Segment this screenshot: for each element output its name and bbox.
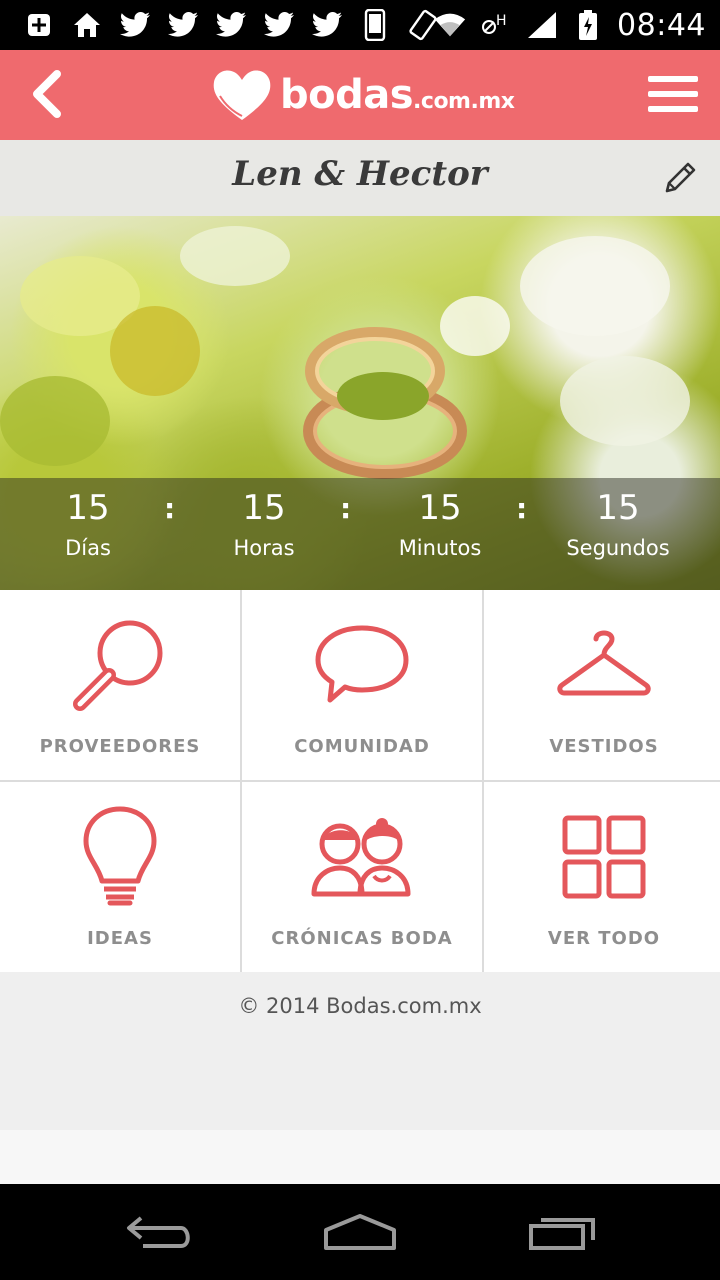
tile-label: COMUNIDAD [294,736,430,757]
wifi-icon [433,8,467,42]
countdown-separator: : [516,492,528,525]
tile-ver-todo[interactable]: VER TODO [484,782,720,972]
tile-proveedores[interactable]: PROVEEDORES [0,590,240,780]
tile-label: VER TODO [547,928,661,949]
grid-icon [562,815,646,899]
tile-label: PROVEEDORES [39,736,201,757]
recents-nav-icon [529,1218,595,1250]
countdown-hours: 15 Horas [233,488,295,560]
tile-comunidad[interactable]: COMUNIDAD [242,590,482,780]
clock: 08:44 [617,7,706,43]
back-nav-button[interactable] [115,1206,205,1258]
hplus-icon: H [479,8,513,42]
back-button[interactable] [16,64,76,124]
heart-logo-icon [213,70,271,120]
bottom-strip [0,1130,720,1184]
edit-button[interactable] [658,156,702,200]
tile-ideas[interactable]: IDEAS [0,782,240,972]
menu-grid: PROVEEDORES COMUNIDAD VESTIDOS IDEAS CRÓ… [0,590,720,972]
twitter-icon [310,8,344,42]
speech-bubble-icon [315,625,409,703]
countdown-days: 15 Días [65,488,111,560]
pencil-icon [665,162,696,193]
lightbulb-icon [83,806,157,906]
copyright-text: © 2014 Bodas.com.mx [238,994,482,1018]
twitter-icon [166,8,200,42]
menu-button[interactable] [640,64,706,124]
couple-name: Len & Hector [232,154,488,194]
hamburger-icon [648,76,698,112]
recents-nav-button[interactable] [518,1206,608,1258]
twitter-icon [262,8,296,42]
tile-cronicas-boda[interactable]: CRÓNICAS BODA [242,782,482,972]
status-bar: H 08:44 [0,0,720,50]
add-box-icon [22,8,56,42]
home-nav-icon [324,1214,396,1250]
bodas-logo[interactable]: bodas.com.mx [210,58,515,132]
home-icon [70,8,104,42]
countdown-seconds: 15 Segundos [566,488,670,560]
countdown-separator: : [164,492,176,525]
tile-label: CRÓNICAS BODA [271,928,453,949]
system-nav-bar [0,1184,720,1280]
signal-icon [525,8,559,42]
countdown-separator: : [340,492,352,525]
tile-vestidos[interactable]: VESTIDOS [484,590,720,780]
phone-icon [358,8,392,42]
logo-wordmark: bodas.com.mx [280,72,515,118]
home-nav-button[interactable] [315,1206,405,1258]
tile-label: VESTIDOS [549,736,659,757]
hero-image: 15 Días : 15 Horas : 15 Minutos : 15 Seg… [0,216,720,590]
back-nav-icon [127,1216,190,1248]
chevron-left-icon [33,70,61,118]
countdown-bar: 15 Días : 15 Horas : 15 Minutos : 15 Seg… [0,478,720,590]
app-header: bodas.com.mx [0,50,720,140]
tile-label: IDEAS [87,928,153,949]
hanger-icon [557,630,651,696]
twitter-icon [118,8,152,42]
network-type: H [496,13,507,29]
countdown-minutes: 15 Minutos [398,488,482,560]
twitter-icon [214,8,248,42]
couple-name-bar: Len & Hector [0,140,720,216]
couple-icon [311,818,411,897]
wedding-rings [303,327,467,479]
footer: © 2014 Bodas.com.mx [0,972,720,1130]
magnifier-icon [73,620,163,711]
battery-icon [571,8,605,42]
